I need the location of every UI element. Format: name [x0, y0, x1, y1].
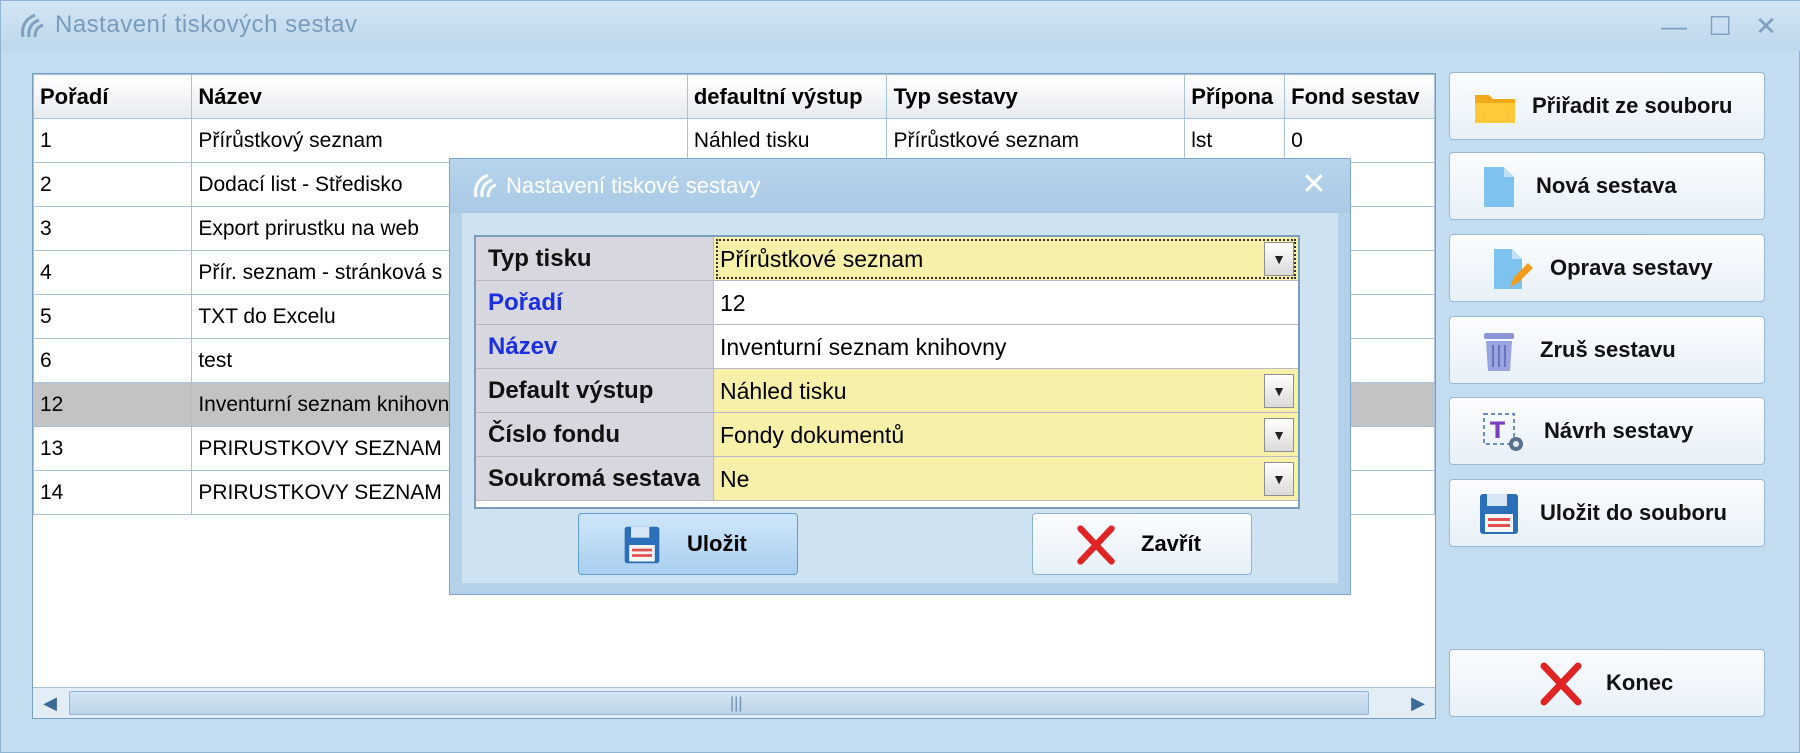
default-output-row: Default výstup Náhled tisku ▼ [476, 369, 1298, 413]
maximize-icon[interactable]: ☐ [1703, 9, 1737, 43]
scroll-right-icon[interactable]: ▶ [1401, 688, 1435, 718]
name-label: Název [476, 325, 714, 369]
print-type-value: Přírůstkové seznam [720, 246, 924, 272]
delete-report-button[interactable]: Zruš sestavu [1449, 316, 1765, 384]
design-report-button[interactable]: T Návrh sestavy [1449, 397, 1765, 465]
save-to-file-label: Uložit do souboru [1540, 500, 1727, 525]
exit-button[interactable]: Konec [1449, 649, 1765, 717]
default-output-dropdown-icon[interactable]: ▼ [1264, 374, 1294, 408]
column-header[interactable]: Fond sestav [1284, 74, 1435, 119]
column-header[interactable]: Název [191, 74, 688, 119]
table-cell: 0 [1284, 118, 1435, 163]
scroll-thumb[interactable]: ||| [69, 691, 1369, 715]
column-header[interactable]: Pořadí [33, 74, 193, 119]
new-report-button[interactable]: Nová sestava [1449, 152, 1765, 220]
default-output-value: Náhled tisku [720, 378, 847, 404]
report-settings-dialog: Nastavení tiskové sestavy ✕ Typ tisku Př… [449, 158, 1351, 595]
document-icon [1484, 167, 1514, 207]
design-report-label: Návrh sestavy [1544, 418, 1694, 443]
column-header[interactable]: Přípona [1184, 74, 1286, 119]
default-output-select[interactable]: Náhled tisku ▼ [714, 369, 1298, 413]
table-cell: 13 [33, 426, 193, 471]
exit-x-icon [1540, 662, 1582, 706]
dialog-close-label: Zavřít [1141, 531, 1201, 556]
edit-document-icon [1494, 249, 1533, 289]
dialog-title: Nastavení tiskové sestavy [506, 173, 761, 198]
scroll-grip-icon: ||| [730, 695, 743, 712]
window-title: Nastavení tiskových sestav [55, 11, 358, 38]
name-input[interactable]: Inventurní seznam knihovny [714, 325, 1298, 369]
fund-number-row: Číslo fondu Fondy dokumentů ▼ [476, 413, 1298, 457]
table-cell: Náhled tisku [686, 118, 888, 163]
print-type-label: Typ tisku [476, 237, 714, 281]
table-cell: lst [1184, 118, 1286, 163]
fund-number-value: Fondy dokumentů [720, 422, 905, 448]
folder-icon [1475, 95, 1515, 123]
dialog-title-bar: Nastavení tiskové sestavy ✕ [450, 159, 1350, 213]
exit-label: Konec [1606, 670, 1674, 695]
table-cell: 3 [33, 206, 193, 251]
edit-report-label: Oprava sestavy [1550, 255, 1713, 280]
design-icon: T [1483, 413, 1523, 451]
table-cell: 4 [33, 250, 193, 295]
fund-number-dropdown-icon[interactable]: ▼ [1264, 418, 1294, 452]
private-report-row: Soukromá sestava Ne ▼ [476, 457, 1298, 501]
dialog-logo-icon [474, 173, 497, 198]
order-input[interactable]: 12 [714, 281, 1298, 325]
table-cell: 6 [33, 338, 193, 383]
default-output-label: Default výstup [476, 369, 714, 413]
print-type-select[interactable]: Přírůstkové seznam ▼ [714, 237, 1298, 281]
save-disk-icon [624, 526, 660, 564]
horizontal-scrollbar[interactable]: ◀ ||| ▶ [33, 687, 1435, 718]
print-type-dropdown-icon[interactable]: ▼ [1264, 242, 1294, 276]
name-row: Název Inventurní seznam knihovny [476, 325, 1298, 369]
private-report-select[interactable]: Ne ▼ [714, 457, 1298, 501]
name-value: Inventurní seznam knihovny [720, 334, 1007, 360]
settings-form: Typ tisku Přírůstkové seznam ▼ Pořadí 12… [474, 235, 1300, 509]
private-report-dropdown-icon[interactable]: ▼ [1264, 462, 1294, 496]
dialog-body: Typ tisku Přírůstkové seznam ▼ Pořadí 12… [462, 213, 1338, 583]
table-cell: Přírůstkový seznam [191, 118, 688, 163]
assign-from-file-button[interactable]: Přiřadit ze souboru [1449, 72, 1765, 140]
delete-report-label: Zruš sestavu [1540, 337, 1676, 362]
minimize-icon[interactable]: — [1657, 9, 1691, 43]
dialog-save-button[interactable]: Uložit [578, 513, 798, 575]
column-header[interactable]: defaultní výstup [686, 74, 888, 119]
table-cell: 14 [33, 470, 193, 515]
save-to-file-button[interactable]: Uložit do souboru [1449, 479, 1765, 547]
table-cell: 5 [33, 294, 193, 339]
main-window: Nastavení tiskových sestav — ☐ ✕ Pořadí N… [0, 0, 1800, 753]
private-report-label: Soukromá sestava [476, 457, 714, 501]
save-disk-icon [1480, 494, 1518, 534]
svg-text:T: T [1490, 419, 1505, 444]
dialog-save-label: Uložit [687, 531, 747, 556]
close-x-icon [1077, 525, 1115, 565]
order-value: 12 [720, 290, 746, 316]
order-label: Pořadí [476, 281, 714, 325]
print-type-row: Typ tisku Přírůstkové seznam ▼ [476, 237, 1298, 281]
table-row[interactable]: 1 Přírůstkový seznam Náhled tisku Přírůstko… [33, 118, 1435, 163]
dialog-close-button[interactable]: Zavřít [1032, 513, 1252, 575]
table-cell: 12 [33, 382, 193, 427]
new-report-label: Nová sestava [1536, 173, 1677, 198]
table-cell: 1 [33, 118, 193, 163]
assign-from-file-label: Přiřadit ze souboru [1532, 93, 1733, 118]
app-logo-icon [21, 13, 44, 38]
trash-icon [1484, 333, 1514, 371]
edit-report-button[interactable]: Oprava sestavy [1449, 234, 1765, 302]
scroll-left-icon[interactable]: ◀ [33, 688, 67, 718]
order-row: Pořadí 12 [476, 281, 1298, 325]
table-cell: 2 [33, 162, 193, 207]
column-header[interactable]: Typ sestavy [886, 74, 1186, 119]
fund-number-label: Číslo fondu [476, 413, 714, 457]
title-bar: Nastavení tiskových sestav — ☐ ✕ [1, 1, 1800, 51]
dialog-close-icon[interactable]: ✕ [1296, 167, 1332, 203]
table-cell: Přírůstkové seznam [886, 118, 1186, 163]
close-icon[interactable]: ✕ [1749, 9, 1783, 43]
fund-number-select[interactable]: Fondy dokumentů ▼ [714, 413, 1298, 457]
private-report-value: Ne [720, 466, 750, 492]
